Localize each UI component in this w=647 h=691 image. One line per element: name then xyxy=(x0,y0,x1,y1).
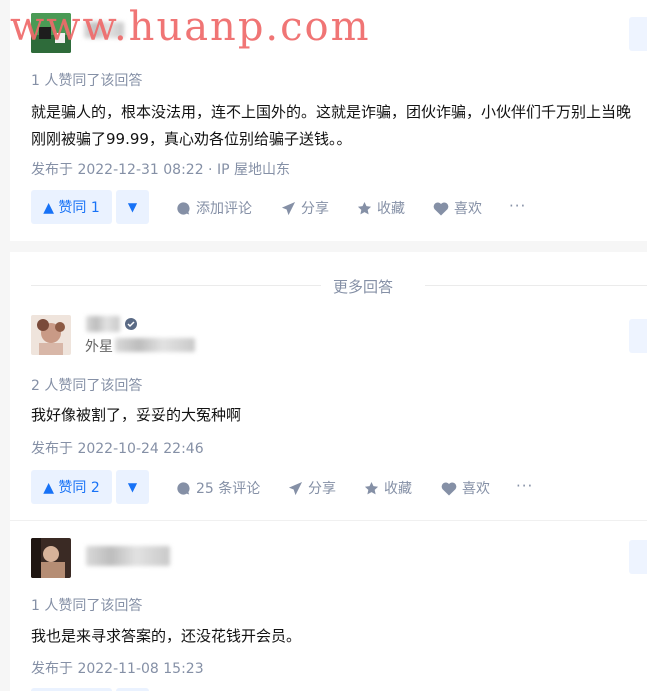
more-answers-title: 更多回答 xyxy=(333,278,394,296)
vote-down-button[interactable]: ▼ xyxy=(116,470,149,504)
collect-button[interactable]: 收藏 xyxy=(364,478,412,498)
like-label: 喜欢 xyxy=(462,481,490,497)
follow-button[interactable] xyxy=(629,17,647,51)
comment-button[interactable]: 添加评论 xyxy=(176,198,252,218)
avatar[interactable] xyxy=(31,538,71,578)
chevron-down-icon: ▼ xyxy=(127,200,138,214)
collect-label: 收藏 xyxy=(384,481,412,497)
collect-button[interactable]: 收藏 xyxy=(357,198,405,218)
vote-up-button[interactable]: ▲ 赞同 1 xyxy=(31,190,112,224)
share-icon xyxy=(281,201,296,215)
comment-icon xyxy=(177,481,190,495)
like-label: 喜欢 xyxy=(454,201,482,217)
heart-icon xyxy=(433,201,449,215)
vote-up-button[interactable]: ▲ 赞同 2 xyxy=(31,470,112,504)
comment-icon xyxy=(177,201,190,215)
follow-button[interactable] xyxy=(629,319,647,353)
vote-count-text: 2 人赞同了该回答 xyxy=(31,378,143,394)
comment-label: 添加评论 xyxy=(196,201,252,217)
author-headline-blurred xyxy=(115,338,195,352)
author-name-blurred[interactable] xyxy=(86,316,120,332)
divider-left xyxy=(31,285,321,286)
star-icon xyxy=(364,481,379,494)
star-icon xyxy=(357,201,372,214)
avatar[interactable] xyxy=(31,315,71,355)
avatar-image xyxy=(31,315,71,355)
more-options-icon[interactable]: ··· xyxy=(509,197,526,215)
badge-icon xyxy=(125,318,137,330)
answer-content: 我也是来寻求答案的，还没花钱开会员。 xyxy=(31,627,302,645)
author-headline: 外星 xyxy=(85,336,113,356)
vote-down-button[interactable]: ▼ xyxy=(116,190,149,224)
like-button[interactable]: 喜欢 xyxy=(441,478,490,498)
answer-separator xyxy=(10,520,647,521)
vote-up-label: ▲ 赞同 1 xyxy=(43,200,100,216)
collect-label: 收藏 xyxy=(377,201,405,217)
answer-content: 就是骗人的，根本没法用，连不上国外的。这就是诈骗，团伙诈骗，小伙伴们千万别上当晚… xyxy=(31,103,632,148)
share-icon xyxy=(288,481,303,495)
vote-count-text: 1 人赞同了该回答 xyxy=(31,598,143,614)
more-options-icon[interactable]: ··· xyxy=(516,477,533,495)
vote-up-label: ▲ 赞同 2 xyxy=(43,480,100,496)
author-headline-text: 外星 xyxy=(85,339,113,355)
posted-time: 发布于 2022-11-08 15:23 xyxy=(31,661,204,677)
answer-content: 我好像被割了，妥妥的大冤种啊 xyxy=(31,406,242,424)
share-label: 分享 xyxy=(308,481,336,497)
comment-button[interactable]: 25 条评论 xyxy=(176,478,260,498)
chevron-down-icon: ▼ xyxy=(127,480,138,494)
comment-label: 25 条评论 xyxy=(196,481,261,497)
share-button[interactable]: 分享 xyxy=(281,198,329,218)
like-button[interactable]: 喜欢 xyxy=(433,198,482,218)
posted-time: 发布于 2022-12-31 08:22 · IP 屋地山东 xyxy=(31,162,290,178)
heart-icon xyxy=(441,481,457,495)
share-button[interactable]: 分享 xyxy=(288,478,336,498)
avatar-image xyxy=(31,538,71,578)
follow-button[interactable] xyxy=(629,540,647,574)
share-label: 分享 xyxy=(301,201,329,217)
posted-time: 发布于 2022-10-24 22:46 xyxy=(31,441,204,457)
vote-count-text: 1 人赞同了该回答 xyxy=(31,73,143,89)
divider-right xyxy=(425,285,647,286)
watermark-text: www.huanp.com xyxy=(10,4,371,50)
author-name-blurred[interactable] xyxy=(86,546,170,566)
